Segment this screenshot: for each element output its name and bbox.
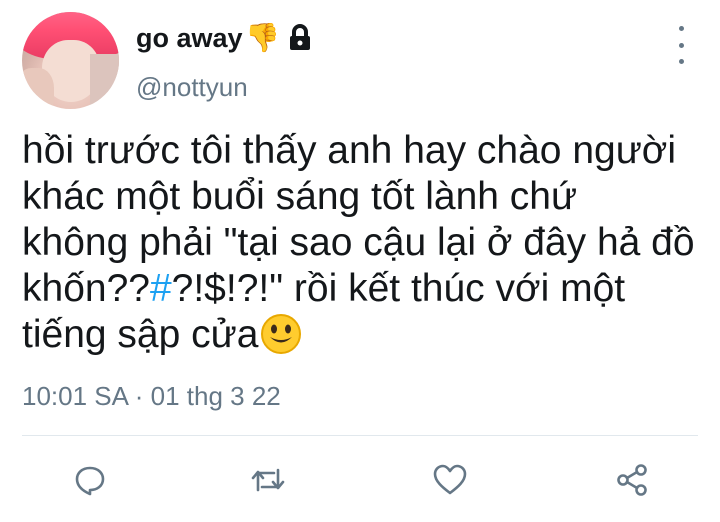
tweet-timestamp[interactable]: 10:01 SA · 01 thg 3 22: [22, 381, 281, 412]
user-name-row[interactable]: go away 👎: [136, 22, 313, 54]
share-icon[interactable]: [610, 458, 654, 502]
more-dot: [678, 42, 684, 48]
smiling-face-icon: [261, 314, 302, 354]
divider: [22, 435, 698, 436]
hashtag-link[interactable]: #: [150, 267, 172, 310]
more-dot: [678, 26, 684, 31]
reply-icon[interactable]: [68, 458, 112, 502]
user-handle[interactable]: @nottyun: [136, 72, 248, 103]
like-icon[interactable]: [428, 458, 472, 502]
lock-icon: [287, 23, 313, 53]
avatar-background: [90, 54, 119, 109]
tweet-actions: [0, 458, 720, 506]
avatar-hand: [22, 68, 54, 109]
retweet-icon[interactable]: [246, 458, 290, 502]
tweet-card: go away 👎 @nottyun hồi trước tôi thấy an…: [0, 0, 720, 522]
display-name[interactable]: go away: [136, 23, 243, 54]
avatar[interactable]: [22, 12, 119, 109]
thumbs-down-icon: 👎: [245, 22, 280, 53]
more-dot: [678, 59, 684, 64]
more-vertical-icon[interactable]: [672, 26, 690, 64]
tweet-text: hồi trước tôi thấy anh hay chào người kh…: [22, 128, 702, 358]
